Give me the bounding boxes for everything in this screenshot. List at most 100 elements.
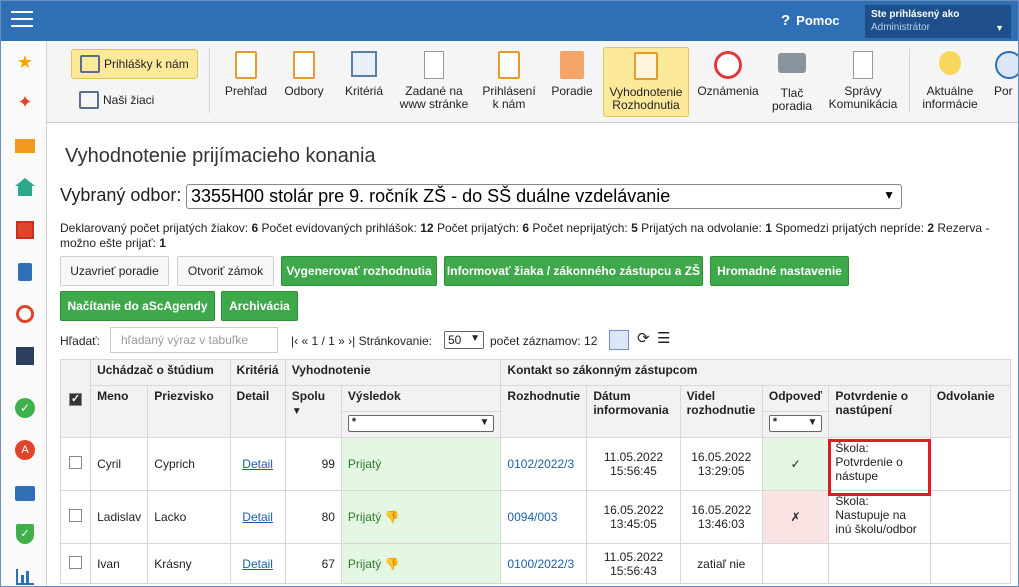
total-cell: 99 — [284, 437, 342, 491]
page-size-select[interactable]: 50 ▼ — [444, 331, 484, 349]
col-header-seen[interactable]: Videl rozhodnutie — [679, 385, 763, 438]
detail-link[interactable]: Detail — [242, 557, 273, 571]
decision-link[interactable]: 0100/2022/3 — [507, 557, 574, 571]
book-icon[interactable] — [14, 261, 36, 283]
chart-icon[interactable] — [14, 565, 36, 586]
col-header-first-name[interactable]: Meno — [90, 385, 149, 438]
row-checkbox[interactable] — [69, 555, 83, 569]
toolbar-label: Prehľad — [224, 84, 268, 98]
sidebar: ★ ✦ ✓ A ✓ — [1, 41, 47, 586]
load-to-asc-button[interactable]: Načítanie do aScAgendy — [60, 291, 215, 321]
response-cell: ✓ — [761, 437, 830, 491]
select-all-checkbox[interactable]: ✓ — [69, 393, 83, 406]
detail-link[interactable]: Detail — [242, 510, 273, 524]
stat-label: Počet neprijatých: — [532, 221, 628, 235]
user-menu[interactable]: Ste prihlásený ako Administrátor ▼ — [865, 5, 1011, 38]
toolbar-fields[interactable]: Odbory — [279, 47, 329, 117]
row-checkbox-cell[interactable] — [59, 490, 92, 544]
columns-icon[interactable] — [609, 330, 629, 350]
menu-icon[interactable] — [11, 11, 33, 29]
timetable-icon[interactable] — [14, 345, 36, 367]
list-icon[interactable]: ☰ — [657, 329, 670, 347]
detail-link[interactable]: Detail — [242, 457, 273, 471]
toolbar-messages[interactable]: Správy Komunikácia — [825, 47, 901, 117]
pager-controls[interactable]: |‹ « 1 / 1 » ›| — [291, 334, 355, 348]
toolbar-current-info[interactable]: Aktuálne informácie — [919, 47, 981, 117]
calendar-icon[interactable] — [14, 219, 36, 241]
toolbar-ranking[interactable]: Poradie — [545, 47, 599, 117]
tab-applications-to-us[interactable]: Prihlášky k nám — [71, 49, 198, 79]
bulk-settings-button[interactable]: Hromadné nastavenie — [710, 256, 849, 286]
magic-wand-icon[interactable]: ✦ — [14, 91, 36, 113]
col-header-decision[interactable]: Rozhodnutie — [500, 385, 588, 438]
detail-cell: Detail — [229, 490, 286, 544]
results-table: ✓ Uchádzač o štúdium Kritériá Vyhodnoten… — [59, 359, 1012, 584]
help-link[interactable]: ? Pomoc — [781, 12, 840, 29]
help-label: Pomoc — [796, 13, 840, 28]
generate-decisions-button[interactable]: Vygenerovať rozhodnutia — [281, 256, 437, 286]
response-filter-cell: * ▼ — [761, 411, 830, 438]
shield-icon[interactable]: ✓ — [14, 523, 36, 545]
mail-icon[interactable] — [14, 135, 36, 157]
col-header-date-informed[interactable]: Dátum informovania — [586, 385, 681, 438]
home-icon[interactable] — [14, 177, 36, 199]
select-all-cell[interactable]: ✓ — [59, 359, 92, 438]
toolbar-overview[interactable]: Prehľad — [219, 47, 273, 117]
col-header-last-name[interactable]: Priezvisko — [147, 385, 231, 438]
result-filter-select[interactable]: * ▼ — [347, 415, 495, 432]
search-input[interactable]: hľadaný výraz v tabuľke — [110, 327, 278, 353]
tab-our-students[interactable]: Naši žiaci — [71, 85, 162, 115]
col-header-total[interactable]: Spolu ▼ — [284, 385, 342, 438]
stat-value: 6 — [522, 221, 530, 235]
col-header-result[interactable]: Výsledok — [340, 385, 502, 412]
open-lock-button[interactable]: Otvoriť zámok — [177, 256, 274, 286]
toolbar-label: Kritériá — [344, 84, 383, 98]
inform-button[interactable]: Informovať žiaka / zákonného zástupcu a … — [444, 256, 703, 286]
toolbar-help-partial[interactable]: Por — [989, 47, 1018, 117]
toolbar-label: Zadané na www stránke — [399, 84, 469, 111]
col-header-response[interactable]: Odpoveď — [761, 385, 830, 412]
seen-cell: 16.05.2022 13:29:05 — [679, 437, 763, 491]
toolbar-print-ranking[interactable]: Tlač poradia — [767, 47, 817, 117]
tab-label: Naši žiaci — [103, 93, 155, 107]
response-cell: ✗ — [761, 490, 830, 544]
toolbar-registered[interactable]: Prihlásení k nám — [479, 47, 539, 117]
col-header-confirmation[interactable]: Potvrdenie o nastúpení — [828, 385, 931, 438]
response-filter-select[interactable]: * ▼ — [768, 415, 823, 432]
stat-value: 6 — [251, 221, 259, 235]
refresh-icon[interactable]: ⟳ — [637, 329, 650, 347]
star-icon[interactable]: ★ — [14, 51, 36, 73]
close-order-button[interactable]: Uzavrieť poradie — [60, 256, 169, 286]
toolbar-web-submitted[interactable]: Zadané na www stránke — [397, 47, 471, 117]
toolbar-separator — [209, 49, 210, 113]
toolbar-evaluation[interactable]: Vyhodnotenie Rozhodnutia — [603, 47, 689, 117]
briefcase-icon[interactable] — [14, 481, 36, 503]
toolbar: Prihlášky k nám Naši žiaci Prehľad Odbor… — [47, 41, 1018, 123]
last-name-cell: Krásny — [147, 543, 231, 584]
confirmation-cell — [828, 543, 931, 584]
checkmark-icon[interactable]: ✓ — [14, 397, 36, 419]
row-checkbox[interactable] — [69, 509, 83, 522]
stat-label: Prijatých na odvolanie: — [641, 221, 762, 235]
decision-link[interactable]: 0094/003 — [507, 510, 557, 524]
col-header-detail[interactable]: Detail — [229, 385, 286, 438]
user-icon[interactable] — [14, 303, 36, 325]
row-checkbox-cell[interactable] — [59, 437, 92, 491]
appeal-cell — [929, 437, 1012, 491]
archive-button[interactable]: Archivácia — [221, 291, 298, 321]
last-name-cell: Lacko — [147, 490, 231, 544]
toolbar-label: Vyhodnotenie Rozhodnutia — [609, 85, 683, 112]
stat-value: 1 — [159, 236, 166, 250]
clock-icon — [714, 51, 742, 81]
alert-icon[interactable]: A — [14, 439, 36, 461]
field-select[interactable]: 3355H00 stolár pre 9. ročník ZŠ - do SŠ … — [186, 184, 902, 209]
row-checkbox[interactable] — [69, 456, 83, 469]
col-header-total-label: Spolu — [291, 389, 326, 403]
decision-link[interactable]: 0102/2022/3 — [507, 457, 574, 471]
col-header-appeal[interactable]: Odvolanie — [929, 385, 1012, 438]
row-checkbox-cell[interactable] — [59, 543, 92, 584]
toolbar-criteria[interactable]: Kritériá — [337, 47, 391, 117]
toolbar-notifications[interactable]: Oznámenia — [695, 47, 761, 117]
pagination[interactable]: |‹ « 1 / 1 » ›| Stránkovanie: — [291, 334, 432, 348]
stat-label: Deklarovaný počet prijatých žiakov: — [60, 221, 249, 235]
